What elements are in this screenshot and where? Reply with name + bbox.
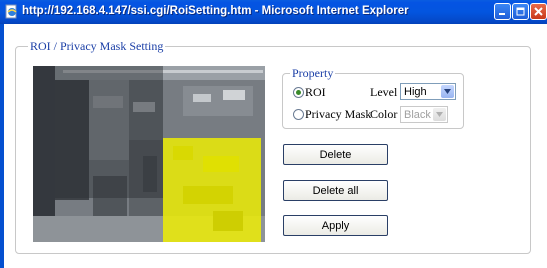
delete-all-button[interactable]: Delete all: [283, 180, 388, 201]
level-select[interactable]: High: [400, 83, 456, 100]
chevron-down-icon[interactable]: [441, 85, 454, 98]
camera-video-preview[interactable]: [33, 66, 265, 242]
radio-selected-dot: [296, 90, 301, 95]
camera-scene-image: [33, 66, 265, 242]
roi-label: ROI: [305, 85, 326, 99]
maximize-button[interactable]: [512, 3, 529, 20]
property-legend: Property: [290, 66, 336, 81]
maximize-icon: [516, 7, 525, 16]
window-title: http://192.168.4.147/ssi.cgi/RoiSetting.…: [22, 5, 409, 17]
title-bar[interactable]: http://192.168.4.147/ssi.cgi/RoiSetting.…: [0, 0, 547, 24]
color-label: Color: [370, 107, 398, 121]
roi-radio[interactable]: [293, 87, 304, 98]
minimize-button[interactable]: [494, 3, 511, 20]
chevron-down-icon[interactable]: [433, 108, 446, 121]
close-button[interactable]: [530, 3, 547, 20]
level-label: Level: [370, 85, 398, 99]
level-select-value: High: [404, 86, 427, 98]
roi-settings-legend: ROI / Privacy Mask Setting: [28, 39, 166, 54]
apply-button[interactable]: Apply: [283, 215, 388, 236]
privacy-mask-radio[interactable]: [293, 109, 304, 120]
color-select[interactable]: Black: [400, 106, 448, 123]
privacy-mask-label: Privacy Mask: [305, 107, 372, 121]
color-select-value: Black: [404, 109, 431, 121]
minimize-icon: [499, 13, 505, 15]
ie-page-icon: [5, 4, 17, 19]
delete-button[interactable]: Delete: [283, 144, 388, 165]
close-icon: [534, 7, 543, 16]
window-border: [0, 24, 4, 268]
